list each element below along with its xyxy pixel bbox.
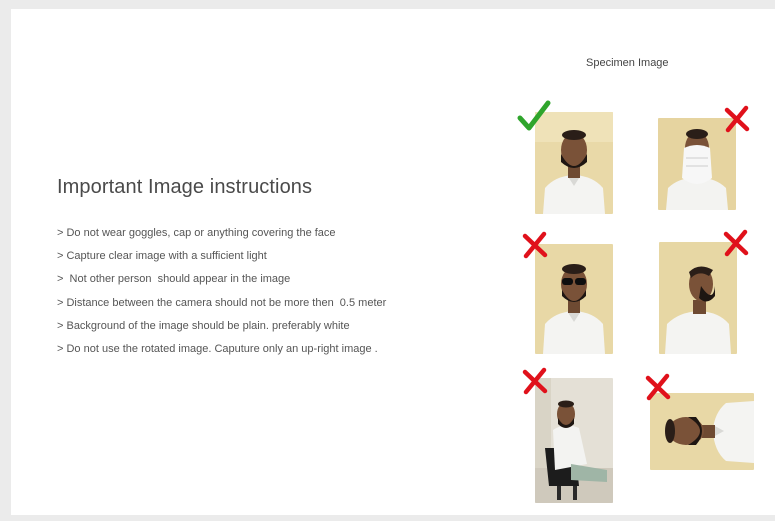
cross-icon	[520, 366, 550, 396]
instructions-title: Important Image instructions	[57, 176, 313, 198]
specimen-photo-too-far-seated	[535, 378, 613, 503]
specimen-photo-rotated-image	[650, 393, 754, 470]
rule-item: > Distance between the camera should not…	[57, 296, 387, 309]
specimen-image-label: Specimen Image	[586, 57, 669, 69]
rule-item: > Background of the image should be plai…	[57, 319, 350, 332]
rule-item: > Do not use the rotated image. Caputure…	[57, 342, 378, 355]
check-icon	[517, 99, 551, 133]
cross-icon	[520, 230, 550, 260]
rule-item: > Not other person should appear in the …	[57, 273, 291, 286]
specimen-photo-side-profile	[659, 242, 737, 354]
cross-icon	[722, 104, 752, 134]
rule-item: > Capture clear image with a sufficient …	[57, 250, 267, 263]
cross-icon	[721, 228, 751, 258]
specimen-photo-wearing-goggles	[535, 244, 613, 354]
instruction-rules-list: > Do not wear goggles, cap or anything c…	[57, 222, 386, 361]
rule-item: > Do not wear goggles, cap or anything c…	[57, 227, 336, 239]
cross-icon	[643, 372, 673, 402]
